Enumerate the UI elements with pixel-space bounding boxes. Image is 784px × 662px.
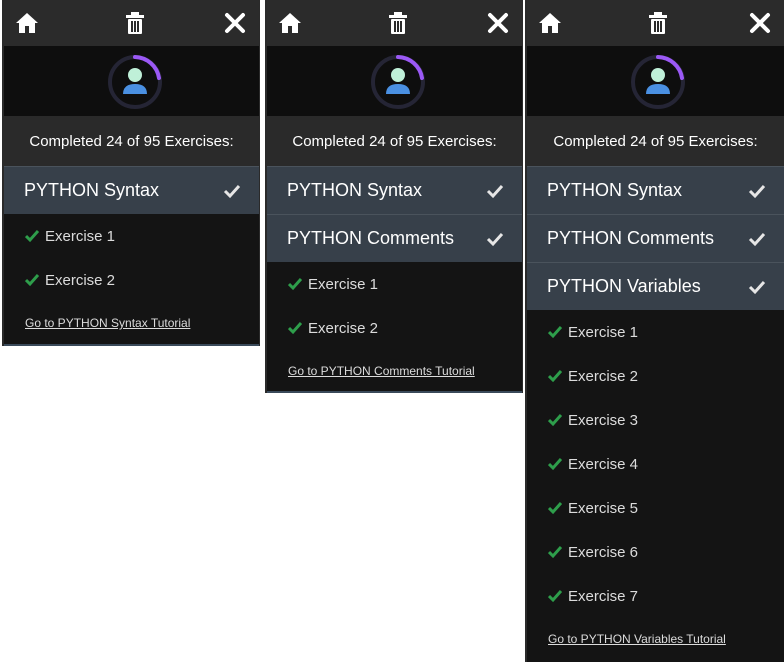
avatar-icon	[631, 55, 685, 109]
avatar-area	[267, 46, 522, 116]
avatar-area	[527, 46, 784, 116]
trash-icon[interactable]	[122, 10, 148, 36]
lesson-python-syntax[interactable]: PYTHON Syntax	[527, 166, 784, 214]
lesson-python-syntax[interactable]: PYTHON Syntax	[267, 166, 522, 214]
exercise-item[interactable]: Exercise 2	[527, 354, 784, 398]
check-icon	[288, 322, 302, 335]
exercise-item[interactable]: Exercise 5	[527, 486, 784, 530]
exercise-label: Exercise 2	[568, 367, 639, 385]
exercise-label: Exercise 2	[308, 319, 379, 337]
lesson-python-comments[interactable]: PYTHON Comments	[527, 214, 784, 262]
lesson-label: PYTHON Comments	[287, 228, 455, 248]
check-icon	[748, 232, 766, 246]
exercise-item[interactable]: Exercise 2	[4, 258, 259, 302]
tutorial-link[interactable]: Go to PYTHON Variables Tutorial	[527, 618, 784, 646]
lesson-python-syntax[interactable]: PYTHON Syntax	[4, 166, 259, 214]
progress-panel-3: Completed 24 of 95 Exercises: PYTHON Syn…	[525, 0, 784, 662]
tutorial-link[interactable]: Go to PYTHON Syntax Tutorial	[4, 302, 259, 330]
exercise-item[interactable]: Exercise 1	[267, 262, 522, 306]
panel-toolbar	[4, 0, 259, 46]
avatar-icon	[108, 55, 162, 109]
check-icon	[486, 184, 504, 198]
exercise-item[interactable]: Exercise 4	[527, 442, 784, 486]
lesson-label: PYTHON Syntax	[547, 180, 683, 200]
progress-panel-2: Completed 24 of 95 Exercises: PYTHON Syn…	[265, 0, 523, 393]
close-icon[interactable]	[223, 11, 249, 37]
check-icon	[548, 458, 562, 471]
exercise-label: Exercise 6	[568, 543, 639, 561]
exercise-item[interactable]: Exercise 7	[527, 574, 784, 618]
check-icon	[25, 230, 39, 243]
exercise-label: Exercise 4	[568, 455, 639, 473]
exercise-label: Exercise 2	[45, 271, 116, 289]
check-icon	[548, 370, 562, 383]
lesson-label: PYTHON Syntax	[287, 180, 423, 200]
exercise-label: Exercise 1	[308, 275, 379, 293]
check-icon	[748, 184, 766, 198]
trash-icon[interactable]	[645, 10, 671, 36]
exercise-label: Exercise 7	[568, 587, 639, 605]
exercise-label: Exercise 5	[568, 499, 639, 517]
exercise-item[interactable]: Exercise 2	[267, 306, 522, 350]
check-icon	[288, 278, 302, 291]
panel-bottom-edge	[267, 391, 522, 393]
check-icon	[548, 502, 562, 515]
completed-count: Completed 24 of 95 Exercises:	[527, 116, 784, 166]
exercise-label: Exercise 1	[45, 227, 116, 245]
lesson-label: PYTHON Variables	[547, 276, 701, 296]
panel-toolbar	[267, 0, 522, 46]
exercise-label: Exercise 1	[568, 323, 639, 341]
check-icon	[548, 414, 562, 427]
exercise-label: Exercise 3	[568, 411, 639, 429]
tutorial-link[interactable]: Go to PYTHON Comments Tutorial	[267, 350, 522, 378]
home-icon[interactable]	[277, 10, 303, 36]
avatar-icon	[371, 55, 425, 109]
close-icon[interactable]	[748, 11, 774, 37]
panel-toolbar	[527, 0, 784, 46]
exercise-item[interactable]: Exercise 6	[527, 530, 784, 574]
check-icon	[223, 184, 241, 198]
lesson-python-variables[interactable]: PYTHON Variables	[527, 262, 784, 310]
home-icon[interactable]	[537, 10, 563, 36]
check-icon	[486, 232, 504, 246]
check-icon	[548, 546, 562, 559]
check-icon	[748, 280, 766, 294]
avatar-area	[4, 46, 259, 116]
exercise-item[interactable]: Exercise 1	[4, 214, 259, 258]
check-icon	[548, 590, 562, 603]
lesson-label: PYTHON Syntax	[24, 180, 160, 200]
completed-count: Completed 24 of 95 Exercises:	[4, 116, 259, 166]
trash-icon[interactable]	[385, 10, 411, 36]
exercise-item[interactable]: Exercise 1	[527, 310, 784, 354]
close-icon[interactable]	[486, 11, 512, 37]
completed-count: Completed 24 of 95 Exercises:	[267, 116, 522, 166]
check-icon	[25, 274, 39, 287]
home-icon[interactable]	[14, 10, 40, 36]
panel-bottom-edge	[4, 344, 259, 346]
lesson-python-comments[interactable]: PYTHON Comments	[267, 214, 522, 262]
progress-panel-1: Completed 24 of 95 Exercises: PYTHON Syn…	[2, 0, 260, 346]
check-icon	[548, 326, 562, 339]
lesson-label: PYTHON Comments	[547, 228, 715, 248]
exercise-item[interactable]: Exercise 3	[527, 398, 784, 442]
